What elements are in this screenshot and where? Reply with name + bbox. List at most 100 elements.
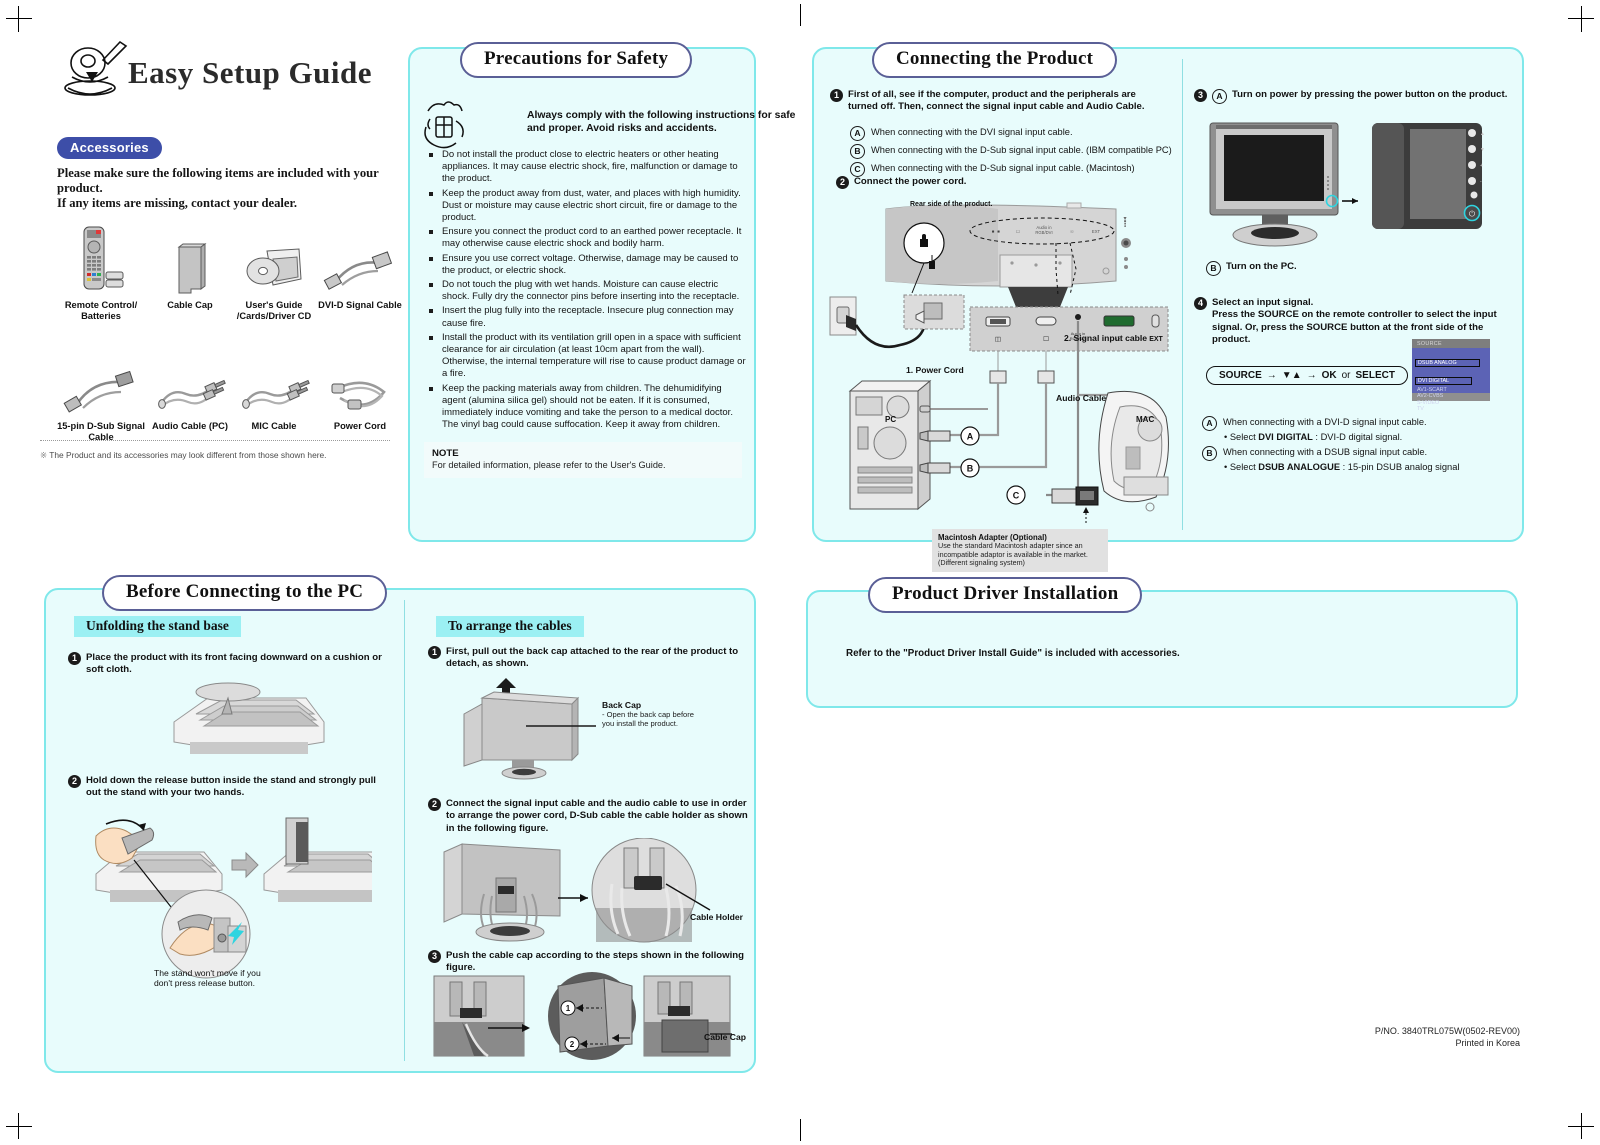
step-text: Hold down the release button inside the … [86, 775, 376, 799]
accessory-item: Remote Control/ Batteries [52, 225, 150, 322]
power-cord-label: 1. Power Cord [906, 365, 964, 375]
arrow-right-icon: → [1306, 370, 1317, 381]
accessory-label: Audio Cable (PC) [152, 421, 228, 431]
bullet-bold: DVI DIGITAL [1258, 432, 1313, 442]
accessory-label: DVI-D Signal Cable [318, 300, 402, 310]
driver-panel-title: Product Driver Installation [868, 577, 1143, 613]
svg-text:B: B [967, 464, 974, 474]
accessory-label: Power Cord [333, 421, 387, 431]
accessory-item: Cable Cap [150, 225, 230, 322]
crop-mark-center-bottom [800, 1119, 801, 1141]
substep: A When connecting with the DVI signal in… [850, 126, 1172, 141]
svg-text:◾◾: ◾◾ [991, 229, 1001, 234]
connecting-step-3b: B Turn on the PC. [1206, 261, 1297, 276]
svg-text:☐: ☐ [1043, 335, 1049, 343]
precautions-panel-title: Precautions for Safety [460, 42, 693, 78]
substep-text: When connecting with the D-Sub signal in… [871, 163, 1135, 173]
step-number: 4 [1194, 297, 1207, 310]
step-number: 3 [428, 950, 441, 963]
precaution-item: Do not install the product close to elec… [428, 149, 748, 186]
substep: B When connecting with a DSUB signal inp… [1202, 446, 1514, 461]
rear-side-label: Rear side of the product. [910, 201, 993, 208]
svg-text:▲: ▲ [1480, 131, 1485, 137]
precautions-list: Do not install the product close to elec… [428, 149, 748, 433]
audio-cable-label: Audio Cable [1056, 393, 1107, 403]
step-text: Connect the power cord. [854, 176, 967, 187]
substep-text: When connecting with the D-Sub signal in… [871, 145, 1172, 155]
step-text: Place the product with its front facing … [86, 652, 382, 676]
step-number: 2 [428, 798, 441, 811]
accessory-item: 15-pin D-Sub Signal Cable [52, 346, 150, 443]
panel-divider [404, 600, 405, 1061]
accessory-item: MIC Cable [230, 346, 318, 443]
note-box: NOTE For detailed information, please re… [424, 442, 742, 478]
osd-item-tv[interactable]: TV [1417, 406, 1490, 412]
circle-letter-b: B [1202, 446, 1217, 461]
connecting-step-1-substeps: A When connecting with the DVI signal in… [850, 126, 1172, 180]
substep-bullet: • Select DVI DIGITAL : DVI-D digital sig… [1224, 431, 1514, 443]
remote-control-icon [52, 225, 150, 297]
osd-item-dsub-analog[interactable]: DSUB ANALOG [1415, 359, 1480, 368]
crop-mark [18, 6, 19, 32]
bullet-suffix: : 15-pin DSUB analog signal [1340, 462, 1460, 472]
asterisk-icon: ※ [40, 450, 48, 460]
before-connecting-panel-title: Before Connecting to the PC [102, 575, 388, 611]
updown-arrows-icon: ▼▲ [1281, 370, 1302, 381]
cable-holder-label: Cable Holder [690, 912, 744, 922]
crop-mark [6, 1126, 32, 1127]
macintosh-adapter-note: Macintosh Adapter (Optional) Use the sta… [932, 529, 1108, 572]
power-cord-icon [318, 346, 402, 418]
cable-holder-illustration [438, 837, 738, 953]
svg-text:◫: ◫ [995, 336, 1001, 343]
bullet-prefix: • Select [1224, 432, 1259, 442]
stand-unfold-illustration-2 [82, 802, 391, 987]
precaution-item: Insert the plug fully into the receptacl… [428, 305, 748, 329]
svg-text:⏻: ⏻ [1469, 210, 1476, 219]
stand-caption: The stand won't move if you don't press … [154, 968, 261, 988]
audio-cable-icon [150, 346, 230, 418]
signal-cable-label: 2. Signal input cable [1064, 333, 1148, 343]
arrange-step-2: 2 Connect the signal input cable and the… [428, 798, 748, 835]
select-label: SELECT [1355, 370, 1395, 381]
step-number: 1 [830, 89, 843, 102]
accessory-item: User's Guide /Cards/Driver CD [230, 225, 318, 322]
precaution-item: Ensure you use correct voltage. Otherwis… [428, 253, 748, 277]
or-label: or [1341, 370, 1351, 381]
page-title: Easy Setup Guide [128, 55, 373, 90]
osd-item-dvi-digital[interactable]: DVI DIGITAL [1415, 377, 1473, 386]
svg-text:C: C [1013, 491, 1020, 501]
cable-cap-label: Cable Cap [704, 1032, 747, 1042]
osd-source-menu[interactable]: SOURCE DSUB ANALOG DVI DIGITAL AV1-SCART… [1412, 339, 1490, 412]
crop-mark [1581, 6, 1582, 32]
accessory-item: Power Cord [318, 346, 402, 443]
svg-text:+: + [1480, 163, 1483, 169]
accessories-badge: Accessories [57, 137, 162, 159]
back-cap-illustration [446, 674, 626, 787]
cable-cap-illustration: 1 2 [432, 972, 748, 1065]
driver-instruction-text: Refer to the "Product Driver Install Gui… [846, 648, 1180, 659]
mic-cable-icon [230, 346, 318, 418]
precaution-item: Do not touch the plug with wet hands. Mo… [428, 279, 748, 303]
accessories-row-1: Remote Control/ Batteries Cable Cap User… [52, 225, 402, 322]
svg-text:☐: ☐ [1016, 229, 1020, 234]
substep: B When connecting with the D-Sub signal … [850, 144, 1172, 159]
osd-body: DSUB ANALOG DVI DIGITAL AV1-SCART AV2-CV… [1412, 348, 1490, 412]
substep-text: When connecting with the DVI signal inpu… [871, 127, 1073, 137]
part-number: P/NO. 3840TRL075W(0502-REV00) [1374, 1026, 1520, 1036]
brand-logo-icon [64, 40, 128, 96]
circle-letter-a: A [1212, 89, 1227, 104]
circle-letter-a: A [1202, 416, 1217, 431]
precaution-item: Ensure you connect the product cord to a… [428, 226, 748, 250]
step-text: Turn on power by pressing the power butt… [1232, 89, 1508, 100]
connecting-step-2: 2 Connect the power cord. [836, 176, 966, 189]
crop-mark [1581, 1113, 1582, 1139]
source-label: SOURCE [1219, 370, 1262, 381]
source-key-sequence: SOURCE → ▼▲ → OK or SELECT [1206, 365, 1408, 385]
accessories-footnote: ※ The Product and its accessories may lo… [40, 450, 327, 460]
substep-bullet: • Select DSUB ANALOGUE : 15-pin DSUB ana… [1224, 461, 1514, 473]
accessory-label: Remote Control/ Batteries [64, 300, 138, 321]
back-cap-label: Back Cap [602, 700, 642, 710]
accessories-row-2: 15-pin D-Sub Signal Cable Audio Cable (P… [52, 346, 402, 443]
pc-label: PC [885, 415, 897, 424]
arrange-cables-heading: To arrange the cables [436, 616, 584, 637]
